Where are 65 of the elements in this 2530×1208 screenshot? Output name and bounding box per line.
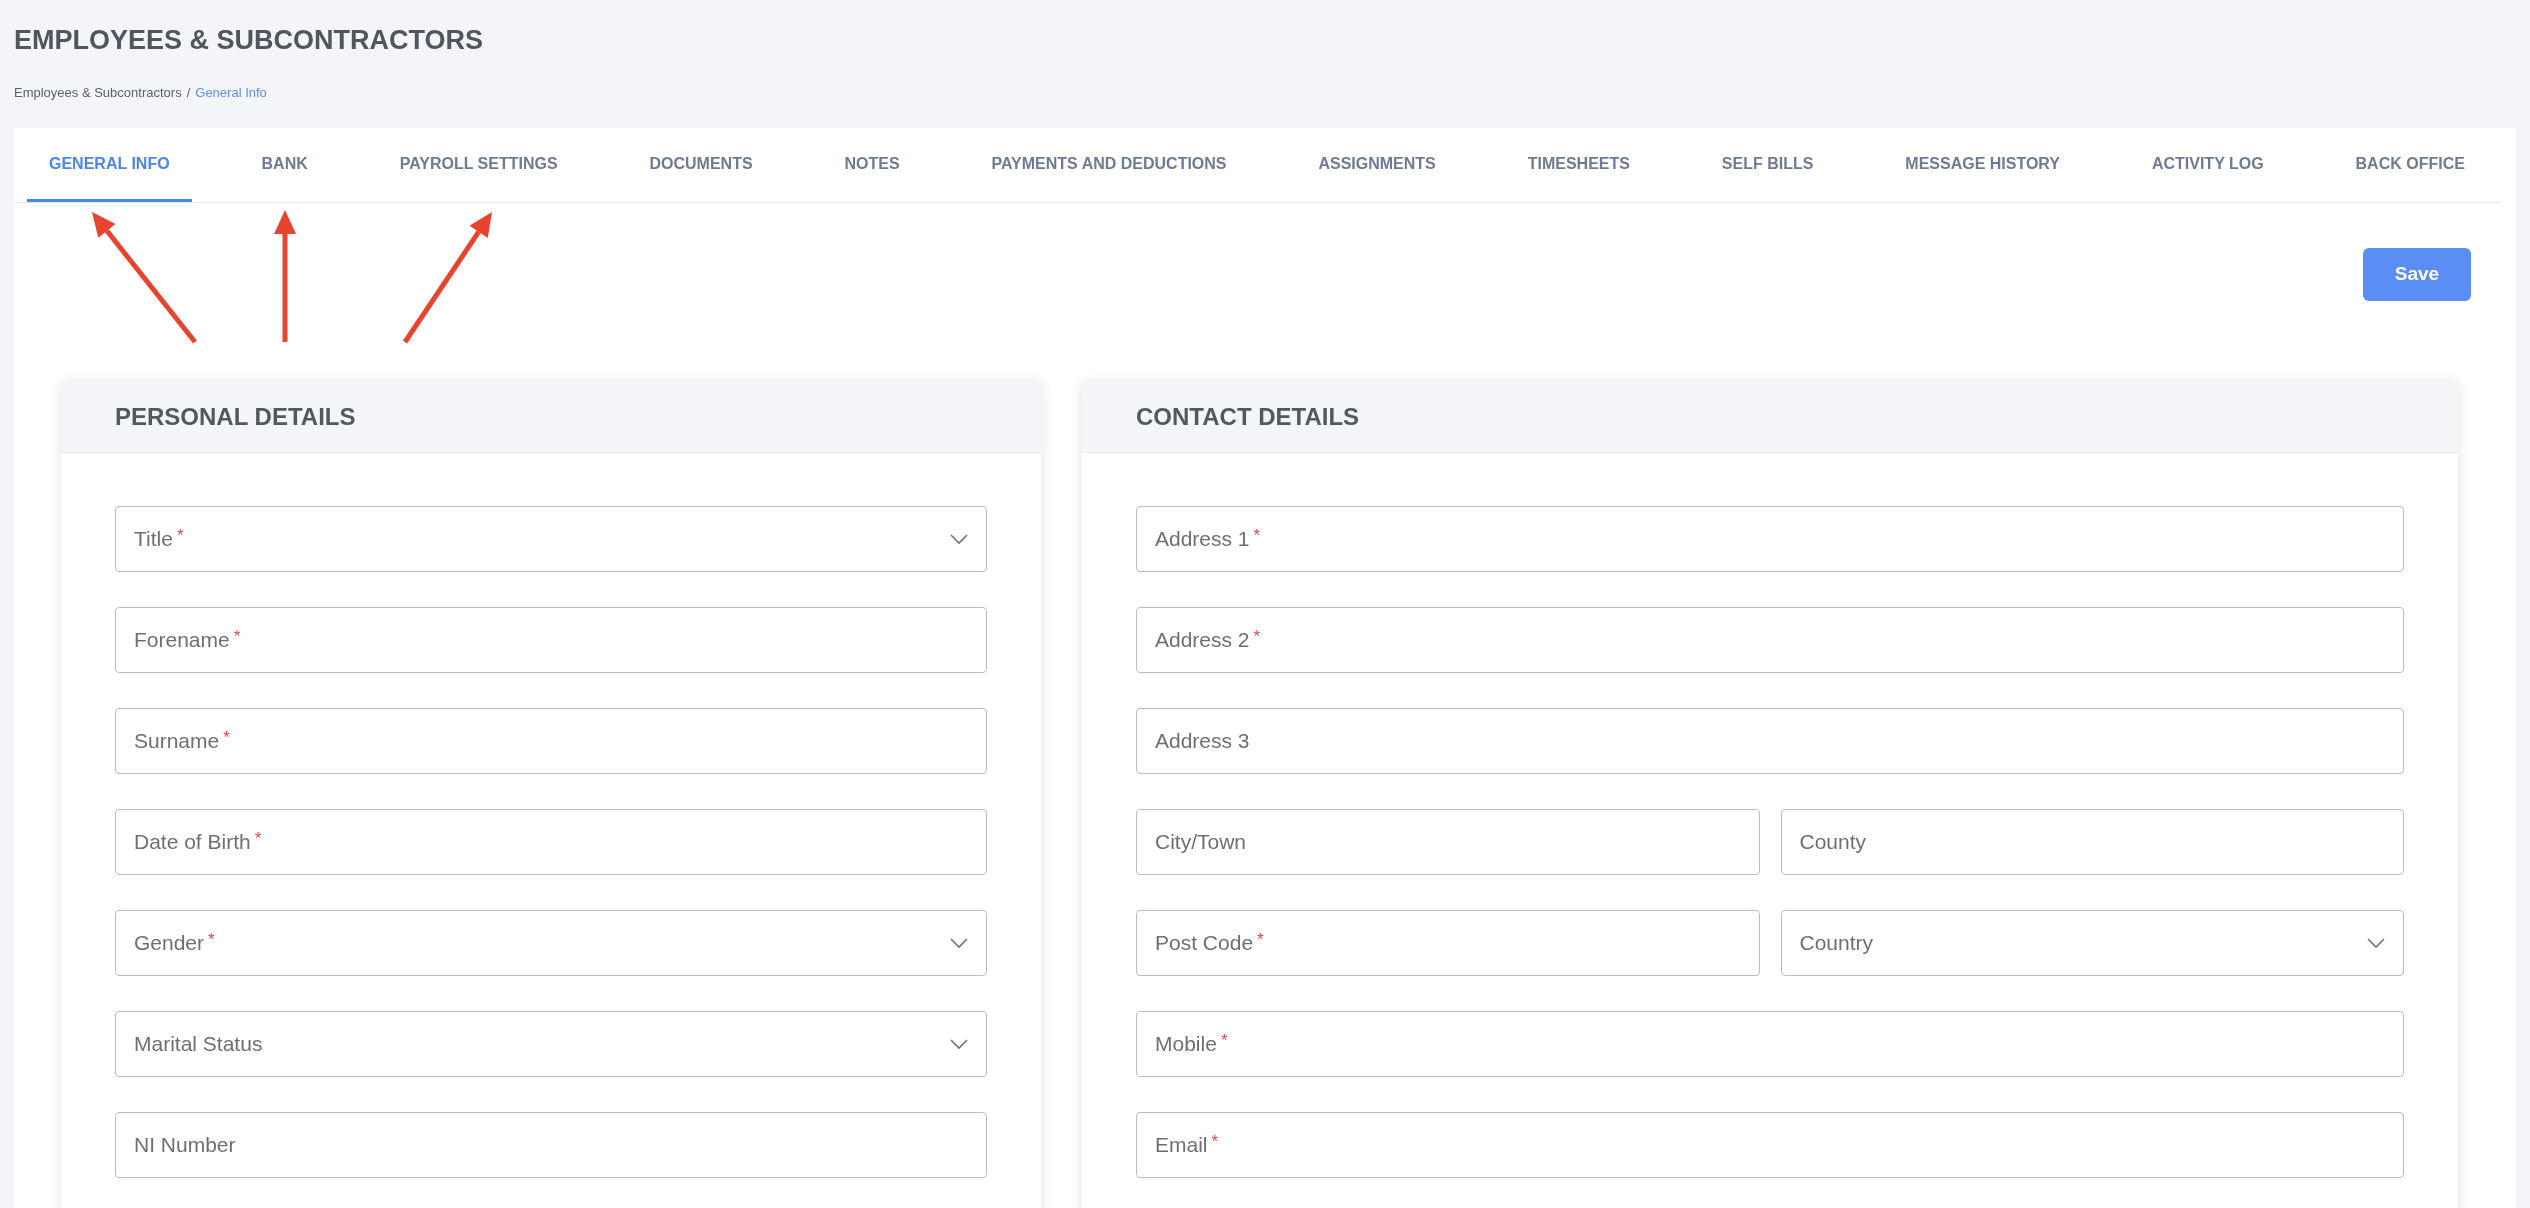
select-field[interactable]: Country [1780, 910, 2404, 976]
required-asterisk: * [1253, 526, 1261, 546]
required-asterisk: * [254, 829, 262, 849]
chevron-down-icon [950, 937, 968, 949]
field-placeholder: Email * [1155, 1131, 1219, 1159]
input-field[interactable]: Post Code * [1136, 910, 1760, 976]
chevron-down-icon [950, 1038, 968, 1050]
field-placeholder: Forename * [134, 626, 241, 654]
field-placeholder: Address 1 * [1155, 525, 1261, 553]
input-field[interactable]: Mobile * [1136, 1011, 2404, 1077]
required-asterisk: * [1220, 1031, 1228, 1051]
required-asterisk: * [1211, 1132, 1219, 1152]
tab[interactable]: PAYMENTS AND DEDUCTIONS [969, 128, 1249, 202]
input-field[interactable]: County [1780, 809, 2404, 875]
field-placeholder: Surname * [134, 727, 230, 755]
input-field[interactable]: Address 1 * [1136, 506, 2404, 572]
chevron-down-icon [2367, 937, 2385, 949]
breadcrumb-link[interactable]: Employees & Subcontractors [14, 82, 182, 102]
tab[interactable]: SELF BILLS [1699, 128, 1836, 202]
required-asterisk: * [223, 728, 230, 748]
input-field[interactable]: City/Town [1136, 809, 1760, 875]
tab[interactable]: TIMESHEETS [1505, 128, 1652, 202]
required-asterisk: * [1253, 627, 1261, 647]
tab[interactable]: BACK OFFICE [2333, 128, 2487, 202]
save-button[interactable]: Save [2363, 248, 2471, 301]
input-field[interactable]: Email * [1136, 1112, 2404, 1178]
select-field[interactable]: Gender * [115, 910, 987, 976]
field-placeholder: Title * [134, 525, 184, 553]
page-title: EMPLOYEES & SUBCONTRACTORS [14, 24, 485, 57]
field-placeholder: County [1799, 829, 1867, 856]
field-placeholder: Mobile * [1155, 1030, 1228, 1058]
field-placeholder: Address 2 * [1155, 626, 1261, 654]
tab[interactable]: NOTES [822, 128, 922, 202]
tab[interactable]: BANK [239, 128, 330, 202]
field-placeholder: City/Town [1155, 829, 1247, 856]
field-placeholder: Country [1799, 930, 1874, 957]
tab[interactable]: GENERAL INFO [27, 128, 192, 202]
breadcrumb-separator: / [186, 83, 191, 102]
select-field[interactable]: Title * [115, 506, 987, 572]
breadcrumb-link[interactable]: General Info [195, 82, 267, 102]
tab[interactable]: ACTIVITY LOG [2129, 128, 2286, 202]
tab[interactable]: ASSIGNMENTS [1296, 128, 1458, 202]
field-placeholder: NI Number [134, 1132, 236, 1159]
select-field[interactable]: Marital Status [115, 1011, 987, 1077]
input-field[interactable]: NI Number [115, 1112, 987, 1178]
required-asterisk: * [208, 930, 215, 950]
chevron-down-icon [950, 533, 968, 545]
field-placeholder: Date of Birth * [134, 828, 262, 856]
required-asterisk: * [1257, 930, 1264, 950]
input-field[interactable]: Address 2 * [1136, 607, 2404, 673]
field-placeholder: Marital Status [134, 1031, 263, 1058]
input-field[interactable]: Address 3 [1136, 708, 2404, 774]
field-placeholder: Post Code * [1155, 929, 1264, 957]
input-field[interactable]: Forename * [115, 607, 987, 673]
card-title: PERSONAL DETAILS [115, 401, 356, 432]
tab[interactable]: MESSAGE HISTORY [1883, 128, 2082, 202]
input-field[interactable]: Date of Birth * [115, 809, 987, 875]
card-title: CONTACT DETAILS [1136, 401, 1360, 432]
field-placeholder: Address 3 [1155, 728, 1250, 755]
required-asterisk: * [176, 526, 184, 546]
required-asterisk: * [233, 627, 241, 647]
tab[interactable]: DOCUMENTS [627, 128, 775, 202]
field-placeholder: Gender * [134, 929, 215, 957]
tab[interactable]: PAYROLL SETTINGS [377, 128, 580, 202]
input-field[interactable]: Surname * [115, 708, 987, 774]
